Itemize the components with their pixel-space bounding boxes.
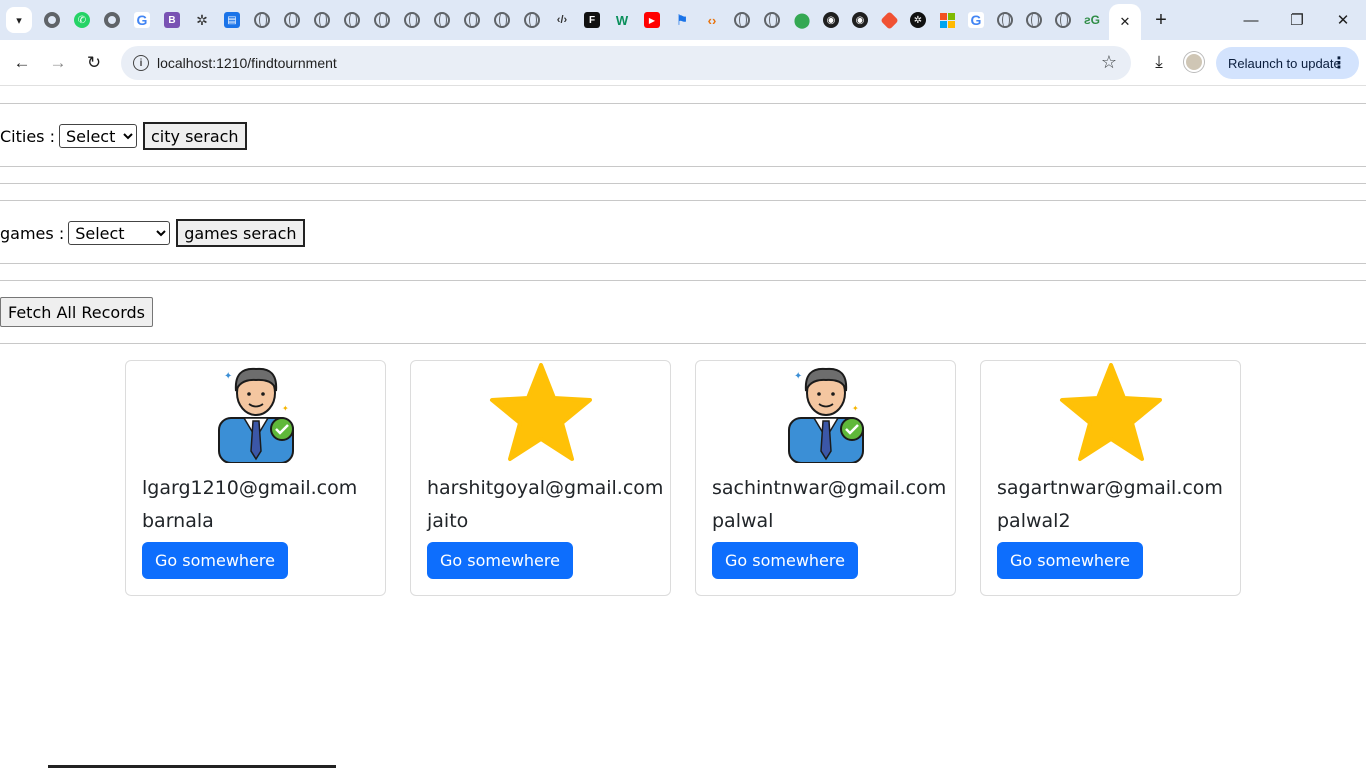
tab-chrome-icon[interactable]: [42, 10, 62, 30]
tab-globe-icon[interactable]: [402, 10, 422, 30]
tab-github-icon[interactable]: ◉: [850, 10, 870, 30]
businessman-icon: ✦ ✦: [696, 361, 955, 463]
tab-google-icon[interactable]: G: [966, 10, 986, 30]
star-icon: [411, 361, 670, 463]
tab-flag-icon[interactable]: ⚑: [672, 10, 692, 30]
user-card: sagartnwar@gmail.com palwal2 Go somewher…: [980, 360, 1241, 596]
restore-button[interactable]: ❐: [1285, 8, 1309, 32]
games-select[interactable]: Select: [68, 221, 171, 245]
tab-globe-icon[interactable]: [522, 10, 542, 30]
svg-text:✦: ✦: [794, 371, 802, 382]
address-bar[interactable]: i localhost:1210/findtournment ☆: [121, 46, 1131, 80]
tab-bootstrap-icon[interactable]: B: [162, 10, 182, 30]
tab-globe-icon[interactable]: [762, 10, 782, 30]
star-icon: [981, 361, 1240, 463]
divider: [0, 263, 1366, 264]
card-city: palwal2: [997, 510, 1071, 532]
page-content: Cities : Select city serach games : Sele…: [0, 86, 1366, 768]
divider: [0, 166, 1366, 167]
card-email: sagartnwar@gmail.com: [997, 477, 1223, 499]
close-tab-icon[interactable]: ✕: [1120, 14, 1131, 30]
tab-github-icon[interactable]: ◉: [821, 10, 841, 30]
svg-text:✦: ✦: [224, 371, 232, 382]
site-info-icon[interactable]: i: [133, 55, 149, 71]
tab-strip: ▾ ✆ G B ✲ ▤ ‹/› F W ▶ ⚑ ‹› ⬤ ◉ ◉ ✲ G ƨG …: [0, 0, 1366, 40]
bookmark-star-icon[interactable]: ☆: [1101, 52, 1117, 73]
chevron-down-icon: ▾: [16, 14, 22, 27]
tab-maps-icon[interactable]: ⬤: [792, 10, 812, 30]
divider: [0, 280, 1366, 281]
download-icon[interactable]: ⤓: [1148, 50, 1170, 74]
tab-globe-icon[interactable]: [732, 10, 752, 30]
card-city: barnala: [142, 510, 214, 532]
tab-gfg-icon[interactable]: ƨG: [1082, 10, 1102, 30]
tab-youtube-icon[interactable]: ▶: [642, 10, 662, 30]
tab-globe-icon[interactable]: [492, 10, 512, 30]
card-city: palwal: [712, 510, 774, 532]
tab-whatsapp-icon[interactable]: ✆: [72, 10, 92, 30]
active-tab[interactable]: ✕: [1109, 4, 1141, 40]
tab-forms-icon[interactable]: ▤: [222, 10, 242, 30]
user-card: harshitgoyal@gmail.com jaito Go somewher…: [410, 360, 671, 596]
games-filter-row: games : Select games serach: [0, 218, 305, 248]
city-search-button[interactable]: city serach: [143, 122, 247, 150]
minimize-button[interactable]: —: [1239, 8, 1263, 32]
user-card: ✦ ✦ sachintnwar@gmail.com palwal Go some…: [695, 360, 956, 596]
divider: [0, 200, 1366, 201]
tab-w-icon[interactable]: W: [612, 10, 632, 30]
tab-globe-icon[interactable]: [312, 10, 332, 30]
tab-code-icon[interactable]: ‹›: [702, 10, 722, 30]
divider: [0, 343, 1366, 344]
tab-globe-icon[interactable]: [282, 10, 302, 30]
tab-microsoft-icon[interactable]: [937, 10, 957, 30]
forward-icon[interactable]: →: [46, 51, 70, 75]
card-city: jaito: [427, 510, 469, 532]
tab-globe-icon[interactable]: [432, 10, 452, 30]
more-menu-icon[interactable]: ⋮: [1331, 53, 1347, 73]
cities-label: Cities :: [0, 126, 55, 146]
back-icon[interactable]: ←: [10, 51, 34, 75]
games-label: games :: [0, 223, 65, 243]
relaunch-label: Relaunch to update: [1228, 55, 1341, 71]
tab-globe-icon[interactable]: [252, 10, 272, 30]
card-email: sachintnwar@gmail.com: [712, 477, 947, 499]
browser-toolbar: ← → ↻ i localhost:1210/findtournment ☆ ⤓…: [0, 40, 1366, 86]
tab-search-button[interactable]: ▾: [6, 7, 32, 33]
cities-select[interactable]: Select: [59, 124, 137, 148]
go-somewhere-button[interactable]: Go somewhere: [712, 542, 858, 579]
tab-globe-icon[interactable]: [372, 10, 392, 30]
user-card: ✦ ✦ lgarg1210@gmail.com barnala Go somew…: [125, 360, 386, 596]
tab-globe-icon[interactable]: [462, 10, 482, 30]
url-text[interactable]: localhost:1210/findtournment: [157, 55, 337, 71]
tab-google-icon[interactable]: G: [132, 10, 152, 30]
svg-text:✦: ✦: [282, 404, 289, 413]
tab-globe-icon[interactable]: [1053, 10, 1073, 30]
tab-globe-icon[interactable]: [1024, 10, 1044, 30]
businessman-icon: ✦ ✦: [126, 361, 385, 463]
relaunch-button[interactable]: Relaunch to update ⋮: [1216, 47, 1359, 79]
tab-openai-icon[interactable]: ✲: [192, 10, 212, 30]
close-window-button[interactable]: ✕: [1331, 8, 1355, 32]
games-search-button[interactable]: games serach: [176, 219, 305, 247]
fetch-all-records-button[interactable]: Fetch All Records: [0, 297, 154, 327]
tab-globe-icon[interactable]: [342, 10, 362, 30]
tab-code-icon[interactable]: ‹/›: [552, 10, 572, 30]
reload-icon[interactable]: ↻: [82, 51, 106, 75]
profile-avatar[interactable]: [1184, 52, 1204, 72]
divider: [0, 103, 1366, 104]
svg-text:✦: ✦: [852, 404, 859, 413]
tab-dark-icon[interactable]: ✲: [908, 10, 928, 30]
card-email: lgarg1210@gmail.com: [142, 477, 358, 499]
go-somewhere-button[interactable]: Go somewhere: [997, 542, 1143, 579]
tab-f-icon[interactable]: F: [582, 10, 602, 30]
card-email: harshitgoyal@gmail.com: [427, 477, 664, 499]
tab-git-icon[interactable]: [879, 10, 899, 30]
go-somewhere-button[interactable]: Go somewhere: [427, 542, 573, 579]
new-tab-button[interactable]: +: [1150, 9, 1172, 31]
tab-globe-icon[interactable]: [995, 10, 1015, 30]
city-filter-row: Cities : Select city serach: [0, 122, 247, 150]
tab-chrome-icon[interactable]: [102, 10, 122, 30]
divider: [0, 183, 1366, 184]
go-somewhere-button[interactable]: Go somewhere: [142, 542, 288, 579]
